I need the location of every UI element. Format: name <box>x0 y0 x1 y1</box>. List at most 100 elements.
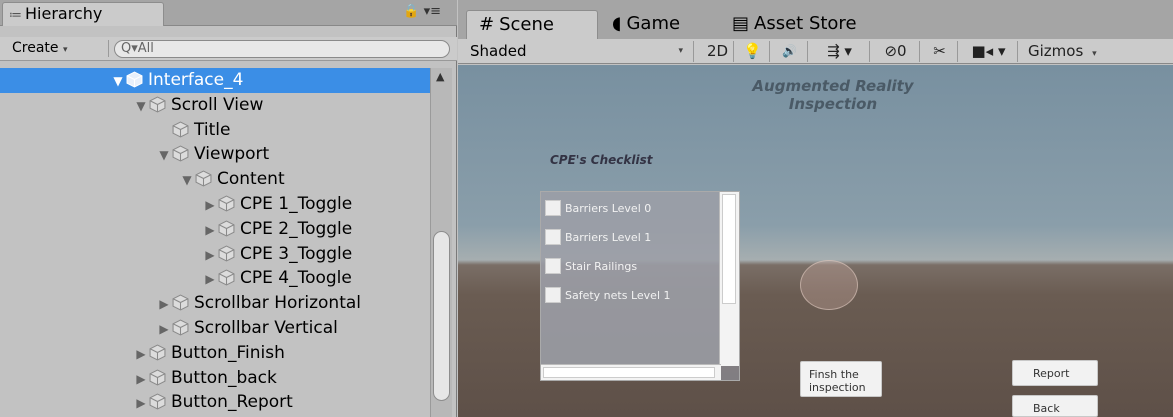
create-label: Create <box>12 40 59 56</box>
effects-dropdown-icon[interactable]: ⇶ ▾ <box>810 41 870 62</box>
expand-triangle-right-icon[interactable]: ▶ <box>133 342 149 366</box>
gameobject-cube-icon <box>149 344 166 361</box>
camera-dropdown-icon[interactable]: ■◂ ▾ <box>960 41 1018 62</box>
finish-line2: inspection <box>809 381 866 394</box>
hierarchy-tabbar: ≔ Hierarchy 🔒 ▾≡ <box>0 0 457 26</box>
checklist-horizontal-scrollbar[interactable] <box>541 364 721 380</box>
hierarchy-item[interactable]: ▶ Button_back <box>0 366 430 391</box>
expand-triangle-right-icon[interactable]: ▶ <box>202 193 218 217</box>
checklist-scroll-view[interactable]: Barriers Level 0 Barriers Level 1 Stair … <box>540 191 740 381</box>
hierarchy-item[interactable]: ▶ Button_Finish <box>0 341 430 366</box>
checklist-vertical-thumb[interactable] <box>722 194 736 304</box>
hierarchy-item-label: CPE 2_Toggle <box>240 218 353 239</box>
tab-game[interactable]: ◖ Game <box>600 10 718 39</box>
hierarchy-item[interactable]: ▶ CPE 3_Toggle <box>0 242 430 267</box>
scroll-up-arrow-icon[interactable]: ▲ <box>436 70 444 83</box>
hierarchy-item-label: Scroll View <box>171 94 264 115</box>
expand-triangle-right-icon[interactable]: ▶ <box>202 267 218 291</box>
checklist-vertical-scrollbar[interactable] <box>719 192 739 366</box>
back-button[interactable]: Back <box>1012 395 1098 417</box>
expand-triangle-right-icon[interactable]: ▶ <box>133 391 149 415</box>
hierarchy-scrollbar[interactable]: ▲ <box>430 68 452 417</box>
expand-triangle-right-icon[interactable]: ▶ <box>133 367 149 391</box>
hierarchy-item[interactable]: ▼ Interface_4 <box>0 68 430 93</box>
tab-asset-store[interactable]: ▤ Asset Store <box>720 10 888 39</box>
hierarchy-scroll-thumb[interactable] <box>433 231 450 401</box>
scene-viewport[interactable]: Augmented Reality Inspection CPE's Check… <box>458 65 1173 417</box>
checklist-title: CPE's Checklist <box>550 153 653 167</box>
expand-triangle-down-icon[interactable]: ▼ <box>110 69 126 93</box>
report-button[interactable]: Report <box>1012 360 1098 386</box>
expand-triangle-down-icon[interactable]: ▼ <box>156 143 172 167</box>
toggle-2d-button[interactable]: 2D <box>702 41 734 62</box>
hierarchy-item[interactable]: Title <box>0 118 430 143</box>
expand-triangle-right-icon[interactable]: ▶ <box>156 317 172 341</box>
scene-tabbar: # Scene ◖ Game ▤ Asset Store <box>458 0 1173 39</box>
asset-store-bag-icon: ▤ <box>732 13 750 34</box>
checkbox[interactable] <box>545 200 561 216</box>
hierarchy-item[interactable]: ▶ CPE 4_Toogle <box>0 266 430 291</box>
expand-triangle-right-icon[interactable]: ▶ <box>202 243 218 267</box>
checkbox[interactable] <box>545 229 561 245</box>
hierarchy-item[interactable]: ▼ Scroll View <box>0 93 430 118</box>
checklist-toggle-safety-nets[interactable]: Safety nets Level 1 <box>545 287 671 305</box>
hierarchy-list-icon: ≔ <box>9 8 22 23</box>
chevron-down-icon: ▾ <box>678 46 683 56</box>
hierarchy-item-label: Interface_4 <box>148 70 244 90</box>
scene-grid-icon: # <box>479 14 495 35</box>
expand-triangle-right-icon[interactable]: ▶ <box>202 218 218 242</box>
hierarchy-item-label: CPE 4_Toogle <box>240 268 352 289</box>
checklist-horizontal-thumb[interactable] <box>543 367 715 378</box>
hierarchy-item-label: Button_back <box>171 367 277 388</box>
hierarchy-item[interactable]: ▶ Button_Report <box>0 390 430 415</box>
hierarchy-item[interactable]: ▼ Content <box>0 167 430 192</box>
hierarchy-item-label: Title <box>194 119 231 140</box>
hierarchy-item-label: Viewport <box>194 144 270 165</box>
hierarchy-item[interactable]: ▼ Viewport <box>0 142 430 167</box>
gameobject-cube-icon <box>218 195 235 212</box>
search-value: All <box>137 41 154 56</box>
hierarchy-item[interactable]: ▶ Scrollbar Vertical <box>0 316 430 341</box>
hierarchy-item[interactable]: ▶ CPE 2_Toggle <box>0 217 430 242</box>
gameobject-cube-icon <box>218 269 235 286</box>
checklist-content: Barriers Level 0 Barriers Level 1 Stair … <box>541 192 721 366</box>
hierarchy-item[interactable]: ▶ Scrollbar Horizontal <box>0 291 430 316</box>
checklist-toggle-barriers-0[interactable]: Barriers Level 0 <box>545 200 651 218</box>
gizmos-dropdown[interactable]: Gizmos ▾ <box>1020 41 1108 62</box>
search-input[interactable]: Q▾All <box>114 40 450 58</box>
hierarchy-item-label: Button_Finish <box>171 342 285 363</box>
checklist-toggle-stair-railings[interactable]: Stair Railings <box>545 258 637 276</box>
hierarchy-item-label: CPE 3_Toggle <box>240 243 353 264</box>
tab-hierarchy[interactable]: ≔ Hierarchy <box>2 2 164 26</box>
create-button[interactable]: Create ▾ <box>6 39 74 58</box>
hierarchy-item[interactable]: ▶ CPE 1_Toggle <box>0 192 430 217</box>
tab-scene[interactable]: # Scene <box>466 10 598 39</box>
lock-menu-icon[interactable]: 🔒 ▾≡ <box>403 4 441 19</box>
checklist-toggle-barriers-1[interactable]: Barriers Level 1 <box>545 229 651 247</box>
finish-inspection-button[interactable]: Finsh the inspection <box>800 361 882 397</box>
checkbox[interactable] <box>545 287 561 303</box>
ar-title-line2: Inspection <box>788 95 878 113</box>
lighting-toggle-icon[interactable]: 💡 <box>736 41 770 62</box>
gameobject-cube-icon <box>149 96 166 113</box>
gameobject-cube-icon <box>149 369 166 386</box>
tools-icon[interactable]: ✂ <box>922 41 958 62</box>
expand-triangle-right-icon[interactable]: ▶ <box>156 292 172 316</box>
hidden-objects-counter[interactable]: ⊘0 <box>872 41 920 62</box>
gameobject-cube-icon <box>172 145 189 162</box>
tab-game-label: Game <box>626 13 681 34</box>
hierarchy-item-label: Scrollbar Horizontal <box>194 293 362 314</box>
expand-triangle-down-icon[interactable]: ▼ <box>133 94 149 118</box>
shading-mode-dropdown[interactable]: Shaded ▾ <box>466 41 694 62</box>
expand-triangle-down-icon[interactable]: ▼ <box>179 168 195 192</box>
checkbox[interactable] <box>545 258 561 274</box>
game-pacman-icon: ◖ <box>612 13 622 34</box>
gameobject-cube-icon <box>172 294 189 311</box>
ar-marker-circle <box>800 260 858 310</box>
toggle-label: Barriers Level 0 <box>565 202 652 215</box>
toggle-label: Barriers Level 1 <box>565 231 652 244</box>
audio-toggle-icon[interactable]: 🔊 <box>772 41 808 62</box>
tab-scene-label: Scene <box>499 14 554 35</box>
hierarchy-panel: ≔ Hierarchy 🔒 ▾≡ Create ▾ Q▾All ▼ Interfac… <box>0 0 457 417</box>
hierarchy-item-label: CPE 1_Toggle <box>240 193 353 214</box>
